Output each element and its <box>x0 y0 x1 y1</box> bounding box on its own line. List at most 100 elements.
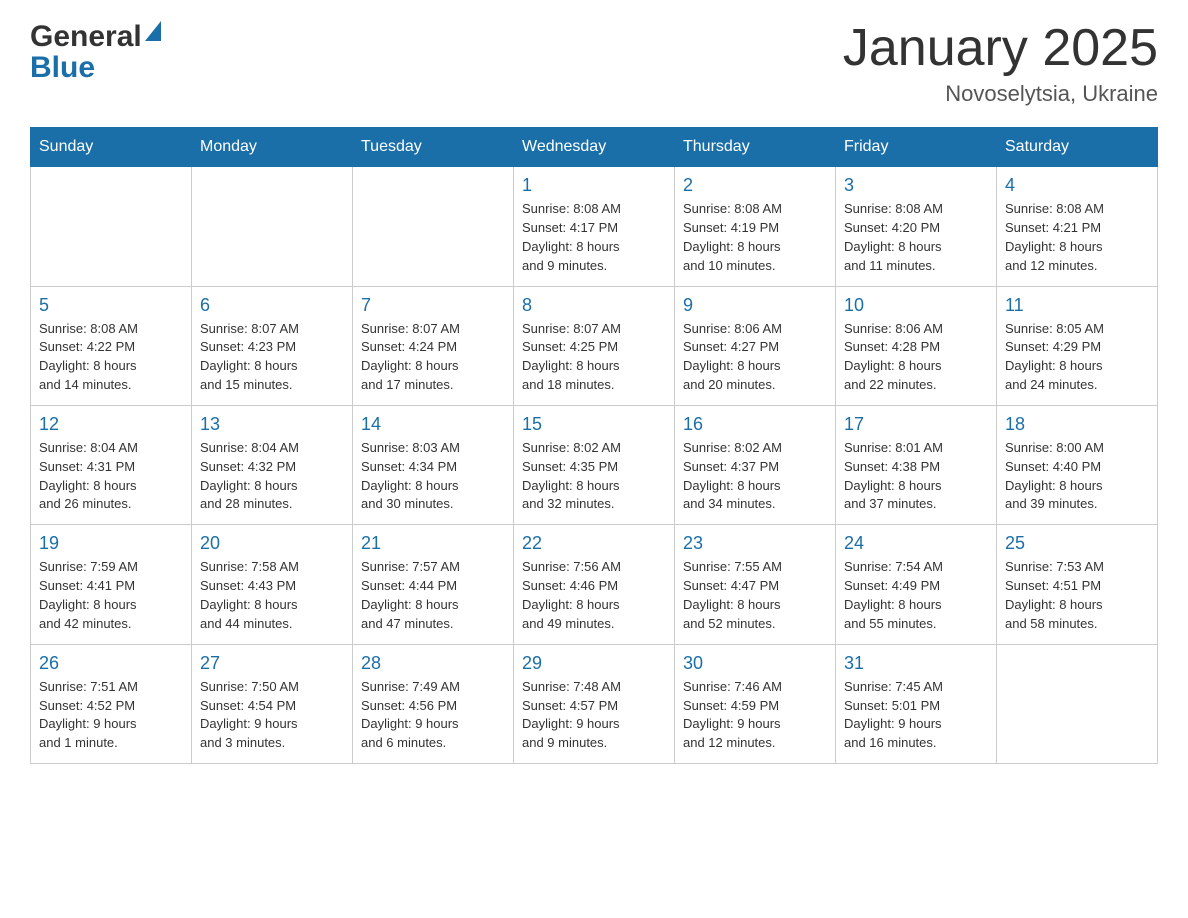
day-info: Sunrise: 7:45 AM Sunset: 5:01 PM Dayligh… <box>844 678 988 753</box>
day-info: Sunrise: 8:01 AM Sunset: 4:38 PM Dayligh… <box>844 439 988 514</box>
calendar-cell: 26 Sunrise: 7:51 AM Sunset: 4:52 PM Dayli… <box>31 644 192 763</box>
day-number: 25 <box>1005 533 1149 554</box>
calendar-table: SundayMondayTuesdayWednesdayThursdayFrid… <box>30 127 1158 764</box>
title-section: January 2025 Novoselytsia, Ukraine <box>843 20 1158 107</box>
day-info: Sunrise: 8:08 AM Sunset: 4:22 PM Dayligh… <box>39 320 183 395</box>
day-header-sunday: Sunday <box>31 128 192 167</box>
logo: General Blue <box>30 20 161 84</box>
day-number: 6 <box>200 295 344 316</box>
calendar-cell: 17 Sunrise: 8:01 AM Sunset: 4:38 PM Dayli… <box>836 405 997 524</box>
day-info: Sunrise: 7:50 AM Sunset: 4:54 PM Dayligh… <box>200 678 344 753</box>
day-number: 27 <box>200 653 344 674</box>
day-info: Sunrise: 8:02 AM Sunset: 4:37 PM Dayligh… <box>683 439 827 514</box>
day-info: Sunrise: 8:04 AM Sunset: 4:32 PM Dayligh… <box>200 439 344 514</box>
day-number: 2 <box>683 175 827 196</box>
calendar-cell: 9 Sunrise: 8:06 AM Sunset: 4:27 PM Daylig… <box>675 286 836 405</box>
day-number: 20 <box>200 533 344 554</box>
calendar-cell: 3 Sunrise: 8:08 AM Sunset: 4:20 PM Daylig… <box>836 167 997 286</box>
day-number: 12 <box>39 414 183 435</box>
day-header-monday: Monday <box>192 128 353 167</box>
day-info: Sunrise: 7:55 AM Sunset: 4:47 PM Dayligh… <box>683 558 827 633</box>
calendar-cell: 16Sunrise: 8:02 AM Sunset: 4:37 PM Dayli… <box>675 405 836 524</box>
day-number: 7 <box>361 295 505 316</box>
calendar-subtitle: Novoselytsia, Ukraine <box>843 81 1158 107</box>
calendar-cell: 10 Sunrise: 8:06 AM Sunset: 4:28 PM Dayli… <box>836 286 997 405</box>
day-number: 31 <box>844 653 988 674</box>
calendar-cell: 13Sunrise: 8:04 AM Sunset: 4:32 PM Dayli… <box>192 405 353 524</box>
calendar-cell: 22Sunrise: 7:56 AM Sunset: 4:46 PM Dayli… <box>514 525 675 644</box>
calendar-week-row: 19 Sunrise: 7:59 AM Sunset: 4:41 PM Dayli… <box>31 525 1158 644</box>
day-info: Sunrise: 8:07 AM Sunset: 4:24 PM Dayligh… <box>361 320 505 395</box>
calendar-cell: 2 Sunrise: 8:08 AM Sunset: 4:19 PM Daylig… <box>675 167 836 286</box>
calendar-cell: 7 Sunrise: 8:07 AM Sunset: 4:24 PM Daylig… <box>353 286 514 405</box>
calendar-cell: 24Sunrise: 7:54 AM Sunset: 4:49 PM Dayli… <box>836 525 997 644</box>
day-info: Sunrise: 8:08 AM Sunset: 4:19 PM Dayligh… <box>683 200 827 275</box>
day-number: 29 <box>522 653 666 674</box>
day-info: Sunrise: 8:06 AM Sunset: 4:27 PM Dayligh… <box>683 320 827 395</box>
calendar-cell <box>997 644 1158 763</box>
calendar-cell: 27 Sunrise: 7:50 AM Sunset: 4:54 PM Dayli… <box>192 644 353 763</box>
day-info: Sunrise: 7:53 AM Sunset: 4:51 PM Dayligh… <box>1005 558 1149 633</box>
day-number: 10 <box>844 295 988 316</box>
day-info: Sunrise: 8:06 AM Sunset: 4:28 PM Dayligh… <box>844 320 988 395</box>
day-number: 19 <box>39 533 183 554</box>
day-info: Sunrise: 8:02 AM Sunset: 4:35 PM Dayligh… <box>522 439 666 514</box>
calendar-week-row: 5 Sunrise: 8:08 AM Sunset: 4:22 PM Daylig… <box>31 286 1158 405</box>
day-info: Sunrise: 8:05 AM Sunset: 4:29 PM Dayligh… <box>1005 320 1149 395</box>
day-number: 8 <box>522 295 666 316</box>
day-number: 26 <box>39 653 183 674</box>
day-info: Sunrise: 8:08 AM Sunset: 4:20 PM Dayligh… <box>844 200 988 275</box>
calendar-cell: 15 Sunrise: 8:02 AM Sunset: 4:35 PM Dayli… <box>514 405 675 524</box>
calendar-cell: 1 Sunrise: 8:08 AM Sunset: 4:17 PM Daylig… <box>514 167 675 286</box>
day-number: 30 <box>683 653 827 674</box>
day-number: 17 <box>844 414 988 435</box>
calendar-cell: 25 Sunrise: 7:53 AM Sunset: 4:51 PM Dayli… <box>997 525 1158 644</box>
day-info: Sunrise: 7:54 AM Sunset: 4:49 PM Dayligh… <box>844 558 988 633</box>
day-info: Sunrise: 7:57 AM Sunset: 4:44 PM Dayligh… <box>361 558 505 633</box>
day-info: Sunrise: 8:08 AM Sunset: 4:17 PM Dayligh… <box>522 200 666 275</box>
day-number: 11 <box>1005 295 1149 316</box>
calendar-cell: 14Sunrise: 8:03 AM Sunset: 4:34 PM Dayli… <box>353 405 514 524</box>
day-header-saturday: Saturday <box>997 128 1158 167</box>
calendar-cell <box>353 167 514 286</box>
calendar-cell: 31 Sunrise: 7:45 AM Sunset: 5:01 PM Dayli… <box>836 644 997 763</box>
day-header-wednesday: Wednesday <box>514 128 675 167</box>
day-number: 21 <box>361 533 505 554</box>
day-number: 5 <box>39 295 183 316</box>
day-info: Sunrise: 7:49 AM Sunset: 4:56 PM Dayligh… <box>361 678 505 753</box>
day-number: 28 <box>361 653 505 674</box>
calendar-week-row: 26 Sunrise: 7:51 AM Sunset: 4:52 PM Dayli… <box>31 644 1158 763</box>
calendar-cell: 29 Sunrise: 7:48 AM Sunset: 4:57 PM Dayli… <box>514 644 675 763</box>
day-info: Sunrise: 7:48 AM Sunset: 4:57 PM Dayligh… <box>522 678 666 753</box>
day-number: 18 <box>1005 414 1149 435</box>
calendar-week-row: 1 Sunrise: 8:08 AM Sunset: 4:17 PM Daylig… <box>31 167 1158 286</box>
day-number: 9 <box>683 295 827 316</box>
calendar-cell: 19 Sunrise: 7:59 AM Sunset: 4:41 PM Dayli… <box>31 525 192 644</box>
calendar-cell: 20 Sunrise: 7:58 AM Sunset: 4:43 PM Dayli… <box>192 525 353 644</box>
day-number: 15 <box>522 414 666 435</box>
day-info: Sunrise: 8:07 AM Sunset: 4:25 PM Dayligh… <box>522 320 666 395</box>
page-header: General Blue January 2025 Novoselytsia, … <box>30 20 1158 107</box>
day-number: 1 <box>522 175 666 196</box>
day-info: Sunrise: 8:04 AM Sunset: 4:31 PM Dayligh… <box>39 439 183 514</box>
calendar-cell: 28 Sunrise: 7:49 AM Sunset: 4:56 PM Dayli… <box>353 644 514 763</box>
calendar-week-row: 12 Sunrise: 8:04 AM Sunset: 4:31 PM Dayli… <box>31 405 1158 524</box>
logo-general-text: General <box>30 20 142 53</box>
day-number: 23 <box>683 533 827 554</box>
day-number: 4 <box>1005 175 1149 196</box>
logo-blue-text: Blue <box>30 51 161 84</box>
calendar-cell: 18 Sunrise: 8:00 AM Sunset: 4:40 PM Dayli… <box>997 405 1158 524</box>
day-info: Sunrise: 7:59 AM Sunset: 4:41 PM Dayligh… <box>39 558 183 633</box>
calendar-cell <box>192 167 353 286</box>
day-info: Sunrise: 8:07 AM Sunset: 4:23 PM Dayligh… <box>200 320 344 395</box>
day-info: Sunrise: 7:58 AM Sunset: 4:43 PM Dayligh… <box>200 558 344 633</box>
day-info: Sunrise: 8:00 AM Sunset: 4:40 PM Dayligh… <box>1005 439 1149 514</box>
calendar-cell: 5 Sunrise: 8:08 AM Sunset: 4:22 PM Daylig… <box>31 286 192 405</box>
day-info: Sunrise: 8:08 AM Sunset: 4:21 PM Dayligh… <box>1005 200 1149 275</box>
calendar-cell: 12 Sunrise: 8:04 AM Sunset: 4:31 PM Dayli… <box>31 405 192 524</box>
logo-triangle-icon <box>145 21 161 41</box>
day-info: Sunrise: 7:51 AM Sunset: 4:52 PM Dayligh… <box>39 678 183 753</box>
calendar-cell: 4 Sunrise: 8:08 AM Sunset: 4:21 PM Daylig… <box>997 167 1158 286</box>
day-number: 3 <box>844 175 988 196</box>
day-number: 14 <box>361 414 505 435</box>
